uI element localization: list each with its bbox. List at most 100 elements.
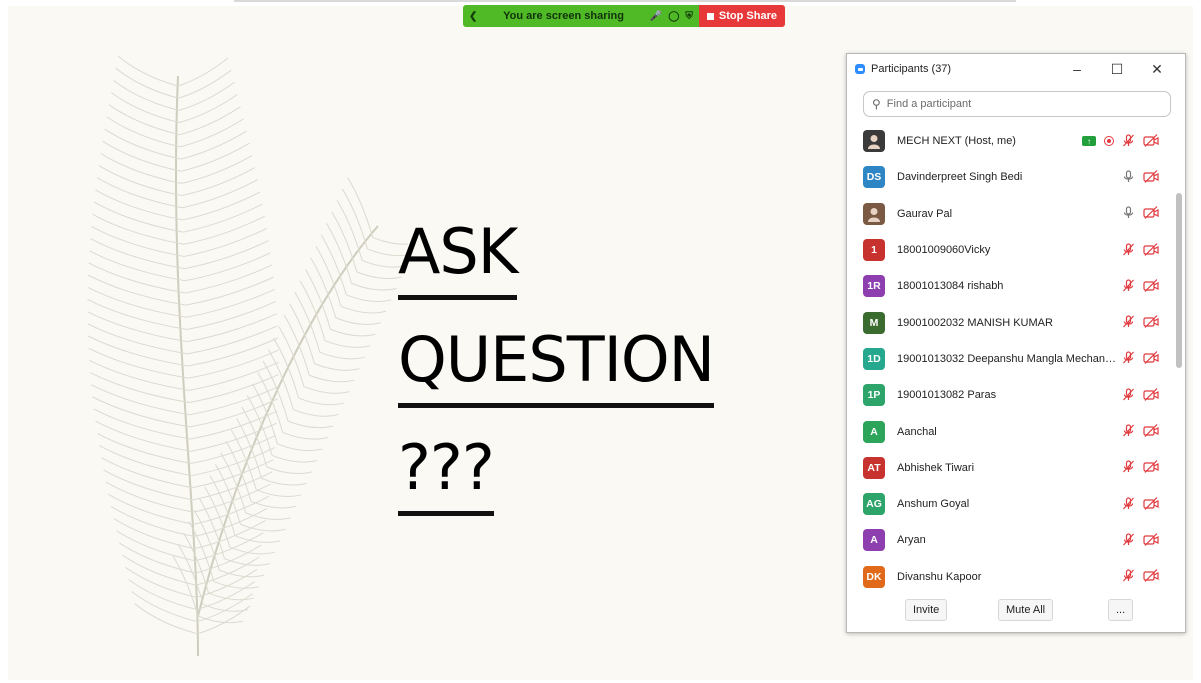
feather-barb — [319, 351, 365, 360]
more-button[interactable]: ... — [1108, 599, 1134, 621]
feather-barb — [346, 294, 392, 302]
participant-status — [1122, 315, 1159, 330]
feather-barb — [213, 581, 260, 589]
search-icon: ⚲ — [872, 97, 881, 111]
mic-muted-icon[interactable] — [1122, 315, 1135, 330]
mic-muted-icon[interactable] — [1122, 497, 1135, 512]
participant-list[interactable]: MECH NEXT (Host, me) ↑ DS Davinderpreet Sin… — [847, 123, 1185, 593]
share-status: ❮ You are screen sharing 🎤 ◯ ⛨ — [463, 5, 699, 27]
video-off-icon[interactable] — [1143, 532, 1159, 548]
pin-icon[interactable]: ❮ — [469, 11, 477, 22]
mic-icon[interactable] — [1122, 170, 1135, 185]
participant-name: 18001013084 rishabh — [897, 280, 1004, 293]
participants-panel: Participants (37) – ☐ ✕ ⚲ MECH NEXT (Hos… — [846, 53, 1186, 633]
participant-name: 18001009060Vicky — [897, 244, 991, 257]
participant-row[interactable]: MECH NEXT (Host, me) ↑ — [847, 123, 1185, 159]
participant-name: Gaurav Pal — [897, 207, 953, 220]
participant-row[interactable]: DS Davinderpreet Singh Bedi — [847, 159, 1185, 195]
avatar: DK — [863, 565, 885, 588]
video-off-icon[interactable] — [1143, 496, 1159, 512]
participant-row[interactable]: 1D 19001013032 Deepanshu Mangla Mechani..… — [847, 341, 1185, 377]
participant-row[interactable]: A Aryan — [847, 522, 1185, 558]
video-off-icon[interactable] — [1143, 424, 1159, 439]
feather-barb — [234, 535, 281, 543]
mute-all-button[interactable]: Mute All — [998, 599, 1054, 621]
feather-barb — [271, 454, 318, 463]
mic-icon[interactable]: 🎤 — [650, 11, 662, 22]
participant-row[interactable]: Gaurav Pal — [847, 196, 1185, 232]
participant-row[interactable]: AT Abhishek Tiwari — [847, 450, 1185, 486]
zoom-logo-icon — [855, 64, 865, 74]
mic-muted-icon[interactable] — [1122, 460, 1135, 475]
feather-barb — [117, 56, 179, 87]
feather-barb — [193, 495, 270, 525]
participant-row[interactable]: 1R 18001013084 rishabh — [847, 268, 1185, 304]
shield-icon[interactable]: ⛨ — [685, 11, 693, 22]
maximize-icon[interactable]: ☐ — [1097, 61, 1137, 78]
mic-muted-icon[interactable] — [1122, 134, 1135, 149]
mic-muted-icon[interactable] — [1122, 351, 1135, 366]
feather-barb — [340, 305, 387, 314]
stop-icon — [706, 12, 714, 20]
feather-barb — [298, 397, 344, 406]
scrollbar[interactable] — [1176, 193, 1182, 368]
feather-barb — [303, 386, 350, 394]
minimize-icon[interactable]: – — [1057, 61, 1097, 77]
video-off-icon[interactable] — [1143, 206, 1159, 221]
panel-titlebar[interactable]: Participants (37) – ☐ ✕ — [847, 54, 1185, 84]
pause-icon[interactable]: ◯ — [668, 11, 679, 22]
participant-row[interactable]: 1P 19001013082 Paras — [847, 377, 1185, 413]
stop-share-button[interactable]: Stop Share — [698, 5, 785, 27]
participant-search[interactable]: ⚲ — [863, 91, 1171, 117]
invite-button[interactable]: Invite — [905, 599, 948, 621]
slide-line-ask: ASK — [398, 209, 518, 300]
video-off-icon[interactable] — [1143, 460, 1159, 475]
video-off-icon[interactable] — [1143, 133, 1159, 149]
video-off-icon[interactable] — [1143, 351, 1159, 366]
participant-row[interactable]: AG Anshum Goyal — [847, 486, 1185, 522]
mic-muted-icon[interactable] — [1122, 533, 1135, 548]
feather-barb — [189, 374, 279, 404]
participant-name: Anshum Goyal — [897, 498, 970, 511]
video-off-icon[interactable] — [1143, 170, 1159, 185]
mic-muted-icon[interactable] — [1122, 279, 1135, 294]
participant-status — [1122, 569, 1159, 584]
mic-muted-icon[interactable] — [1122, 388, 1135, 403]
feather-barb — [324, 340, 371, 348]
participant-name: MECH NEXT (Host, me) — [897, 135, 1016, 148]
video-off-icon[interactable] — [1143, 569, 1159, 584]
participant-row[interactable]: M 19001002032 MANISH KUMAR — [847, 304, 1185, 340]
panel-footer: Invite Mute All ... — [847, 588, 1185, 632]
participant-status — [1122, 351, 1159, 366]
feather-barb — [194, 520, 266, 550]
feather-barb — [351, 282, 397, 291]
close-icon[interactable]: ✕ — [1137, 61, 1177, 78]
feather-barb — [191, 434, 276, 464]
participant-status — [1122, 460, 1159, 475]
participant-name: 19001013082 Paras — [897, 389, 997, 402]
screen-share-bar: ❮ You are screen sharing 🎤 ◯ ⛨ Stop Shar… — [463, 5, 785, 27]
video-off-icon[interactable] — [1143, 387, 1159, 403]
feather-barb — [177, 57, 229, 87]
feather-barb — [314, 363, 360, 371]
feather-barb — [266, 466, 312, 475]
avatar: M — [863, 311, 885, 334]
feather-illustration — [87, 56, 408, 657]
mic-muted-icon[interactable] — [1122, 569, 1135, 584]
participant-status — [1122, 242, 1159, 258]
participant-row[interactable]: 1 18001009060Vicky — [847, 232, 1185, 268]
mic-muted-icon[interactable] — [1122, 242, 1135, 258]
video-off-icon[interactable] — [1143, 315, 1159, 330]
mic-muted-icon[interactable] — [1122, 424, 1135, 439]
feather-barb — [192, 459, 274, 489]
video-off-icon[interactable] — [1143, 278, 1159, 294]
search-input[interactable] — [884, 97, 1162, 111]
avatar: A — [863, 420, 885, 443]
feather-barb — [277, 443, 323, 452]
participant-row[interactable]: A Aanchal — [847, 413, 1185, 449]
participant-status — [1122, 206, 1159, 221]
mic-icon[interactable] — [1122, 206, 1135, 221]
participant-name: Abhishek Tiwari — [897, 461, 975, 474]
video-off-icon[interactable] — [1143, 242, 1159, 258]
avatar — [863, 130, 885, 153]
